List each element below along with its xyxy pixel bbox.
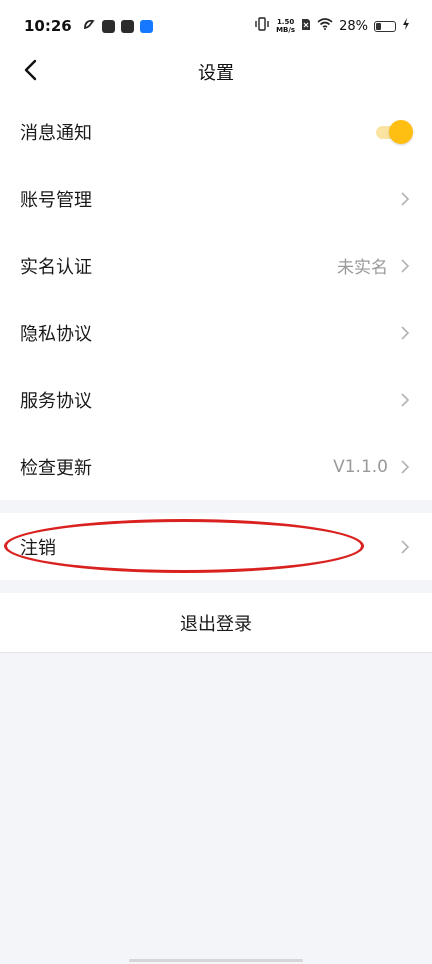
setting-value: 未实名 — [337, 258, 388, 278]
logout-button[interactable]: 退出登录 — [0, 593, 432, 653]
net-speed: 1.50 MB/s — [276, 18, 295, 34]
setting-label: 实名认证 — [20, 256, 92, 278]
notification-app-icon — [82, 17, 96, 36]
setting-cancel-account[interactable]: 注销 — [0, 513, 432, 580]
chevron-right-icon — [400, 191, 410, 207]
setting-notifications: 消息通知 — [0, 98, 432, 165]
setting-value: V1.1.0 — [333, 456, 388, 477]
mail-app-icon — [101, 19, 115, 33]
setting-label: 服务协议 — [20, 390, 92, 412]
status-bar: 10:26 1.50 MB/s 28% — [0, 0, 432, 52]
setting-label: 隐私协议 — [20, 323, 92, 345]
logout-label: 退出登录 — [180, 613, 252, 635]
battery-fill — [376, 22, 381, 30]
wifi-icon — [317, 18, 333, 34]
sim-off-icon — [301, 18, 311, 35]
status-bar-left: 10:26 — [24, 17, 153, 36]
setting-label: 注销 — [20, 537, 56, 559]
chevron-right-icon — [400, 459, 410, 475]
setting-label: 账号管理 — [20, 189, 92, 211]
setting-real-name-verification[interactable]: 实名认证 未实名 — [0, 232, 432, 299]
toggle-knob — [389, 119, 413, 144]
back-button[interactable] — [14, 56, 46, 88]
cancel-account-row[interactable]: 注销 — [0, 513, 432, 580]
setting-label: 消息通知 — [20, 122, 92, 144]
setting-service-agreement[interactable]: 服务协议 — [0, 366, 432, 433]
status-time: 10:26 — [24, 17, 72, 35]
chevron-right-icon — [400, 392, 410, 408]
chevron-right-icon — [400, 325, 410, 341]
home-indicator — [129, 959, 303, 962]
vibrate-icon — [254, 17, 270, 35]
settings-list: 消息通知 账号管理 实名认证 未实名 隐私协议 服务协议 检查更新 V1.1.0 — [0, 92, 432, 500]
chevron-left-icon — [23, 59, 37, 85]
charging-icon — [402, 18, 410, 34]
page-title: 设置 — [198, 63, 234, 84]
net-speed-unit: MB/s — [276, 26, 296, 34]
setting-privacy-policy[interactable]: 隐私协议 — [0, 299, 432, 366]
battery-icon — [374, 20, 396, 32]
alipay-icon — [139, 19, 153, 33]
chevron-right-icon — [400, 539, 410, 555]
chevron-right-icon — [400, 258, 410, 274]
notifications-toggle[interactable] — [374, 119, 413, 144]
header: 设置 — [0, 52, 432, 92]
message-app-icon — [120, 19, 134, 33]
setting-label: 检查更新 — [20, 457, 92, 479]
battery-percent: 28% — [339, 18, 368, 34]
net-speed-value: 1.50 — [276, 18, 295, 26]
setting-check-update[interactable]: 检查更新 V1.1.0 — [0, 433, 432, 500]
status-bar-right: 1.50 MB/s 28% — [254, 17, 410, 35]
setting-account-management[interactable]: 账号管理 — [0, 165, 432, 232]
